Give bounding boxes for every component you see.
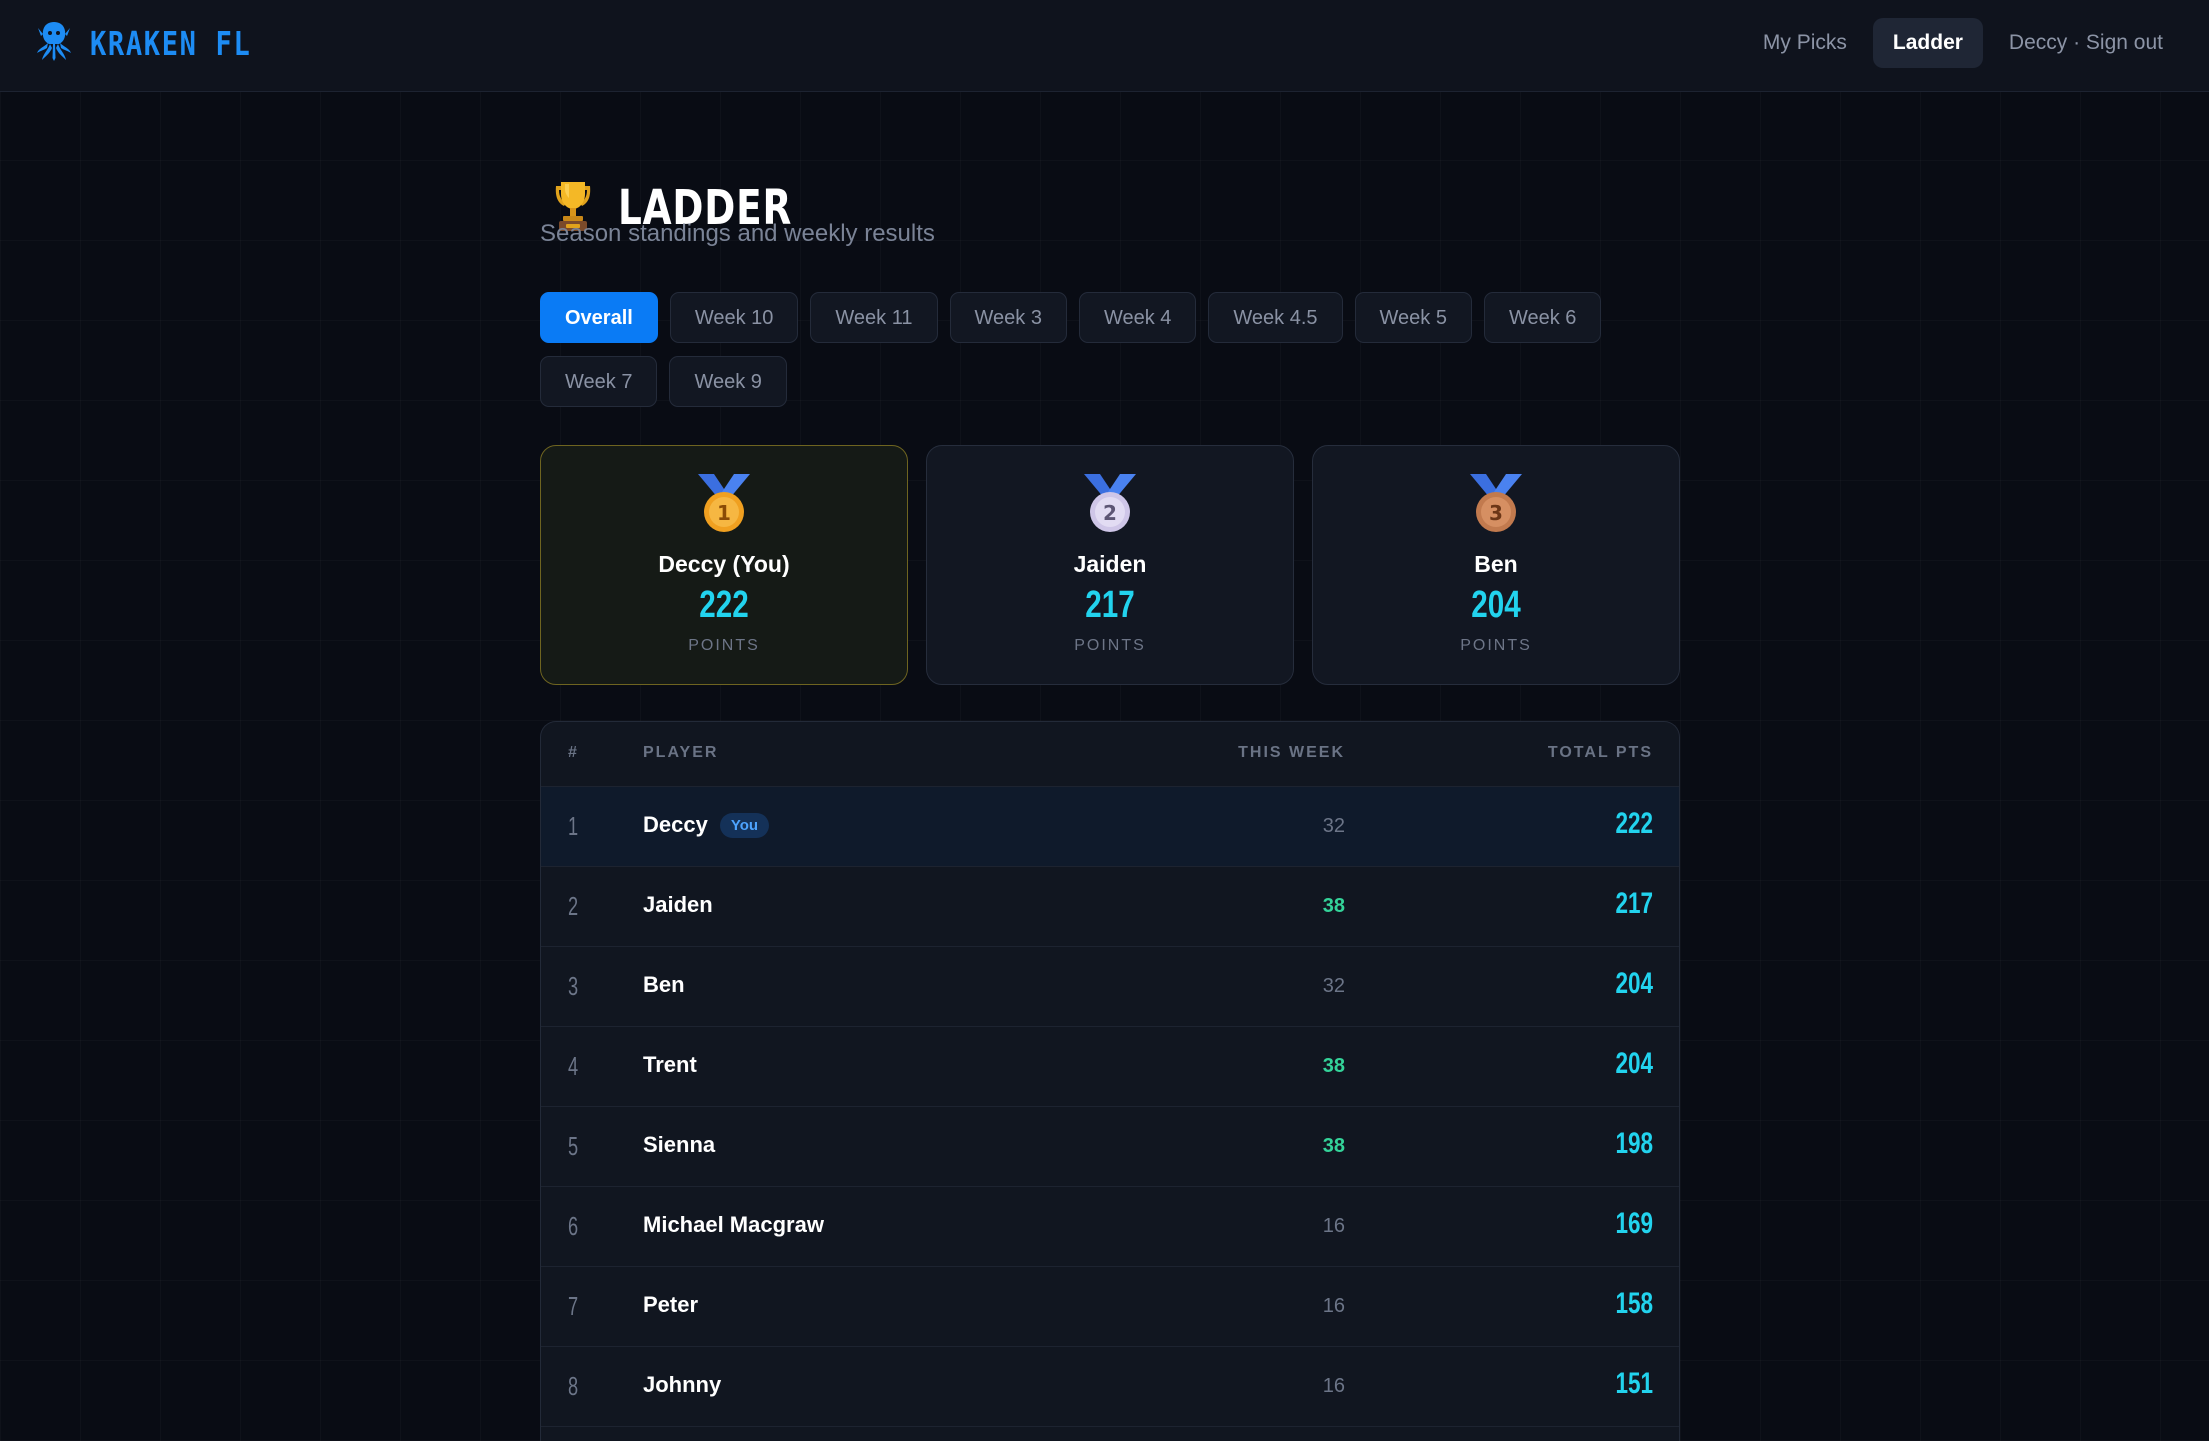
table-row[interactable]: 3 Ben 32 204 xyxy=(541,947,1679,1027)
podium-card-second: 2 Jaiden 217 POINTS xyxy=(926,445,1294,685)
table-row[interactable]: 4 Trent 38 204 xyxy=(541,1027,1679,1107)
tab-overall[interactable]: Overall xyxy=(540,292,658,343)
row-this-week: 32 xyxy=(1322,815,1345,837)
row-rank: 1 xyxy=(568,811,579,841)
row-player: Trent xyxy=(643,1052,697,1078)
podium-second-name: Jaiden xyxy=(1073,551,1147,577)
silver-medal-icon: 2 xyxy=(1082,472,1138,534)
podium-card-first: 1 Deccy (You) 222 POINTS xyxy=(540,445,908,685)
page-header: LADDER xyxy=(550,148,841,268)
tab-week-11[interactable]: Week 11 xyxy=(810,292,938,343)
page-subtitle: Season standings and weekly results xyxy=(540,220,935,247)
podium-second-points-label: POINTS xyxy=(1074,637,1146,654)
brand-name: KRAKEN FL xyxy=(90,23,252,63)
row-player: Michael Macgraw xyxy=(643,1212,824,1238)
row-total: 169 xyxy=(1615,1207,1653,1240)
top-bar: KRAKEN FL My Picks Ladder Deccy · Sign o… xyxy=(0,0,2209,92)
tab-week-3[interactable]: Week 3 xyxy=(949,292,1067,343)
row-rank: 3 xyxy=(568,971,579,1001)
row-this-week: 16 xyxy=(1322,1375,1345,1397)
row-player-name: Trent xyxy=(643,1052,697,1077)
brand-logo[interactable]: KRAKEN FL xyxy=(34,20,287,66)
you-badge: You xyxy=(719,812,770,838)
podium-first-points-label: POINTS xyxy=(688,637,760,654)
row-rank: 5 xyxy=(568,1131,579,1161)
podium-first-name: Deccy (You) xyxy=(658,551,790,577)
row-player: Peter xyxy=(643,1292,698,1318)
row-player-name: Johnny xyxy=(643,1372,722,1397)
table-row[interactable]: 7 Peter 16 158 xyxy=(541,1267,1679,1347)
silver-medal-number: 2 xyxy=(1103,501,1117,525)
row-this-week: 38 xyxy=(1322,1055,1345,1077)
row-player: Jaiden xyxy=(643,892,713,918)
header-total-pts: TOTAL PTS xyxy=(1547,744,1653,761)
header-this-week: THIS WEEK xyxy=(1238,744,1345,761)
week-tabs: Overall Week 10 Week 11 Week 3 Week 4 We… xyxy=(540,292,1680,407)
gold-medal-number: 1 xyxy=(717,501,731,525)
row-total: 198 xyxy=(1615,1127,1653,1160)
row-player-name: Michael Macgraw xyxy=(643,1212,824,1237)
row-total: 204 xyxy=(1615,967,1653,1000)
podium-second-points: 217 xyxy=(1085,584,1135,626)
bronze-medal-icon: 3 xyxy=(1468,472,1524,534)
header-rank: # xyxy=(568,744,579,761)
podium-third-points-label: POINTS xyxy=(1460,637,1532,654)
row-player: Ben xyxy=(643,972,685,998)
row-player-name: Ben xyxy=(643,972,685,997)
row-this-week: 38 xyxy=(1322,1135,1345,1157)
nav-ladder[interactable]: Ladder xyxy=(1872,18,1983,68)
row-rank: 6 xyxy=(568,1211,579,1241)
row-this-week: 16 xyxy=(1322,1295,1345,1317)
row-player-name: Sienna xyxy=(643,1132,716,1157)
podium-third-points: 204 xyxy=(1471,584,1521,626)
row-this-week: 38 xyxy=(1322,895,1345,917)
podium: 1 Deccy (You) 222 POINTS 2 Jaiden 217 PO… xyxy=(540,445,1680,685)
row-total: 158 xyxy=(1615,1287,1653,1320)
tab-week-7[interactable]: Week 7 xyxy=(540,356,658,407)
header-player: PLAYER xyxy=(643,744,719,761)
row-player-name: Jaiden xyxy=(643,892,713,917)
bronze-medal-number: 3 xyxy=(1489,501,1503,525)
row-total: 151 xyxy=(1615,1367,1653,1400)
table-row[interactable]: 5 Sienna 38 198 xyxy=(541,1107,1679,1187)
table-row[interactable]: 8 Johnny 16 151 xyxy=(541,1347,1679,1427)
row-player: Sienna xyxy=(643,1132,715,1158)
row-player-name: Deccy xyxy=(643,812,708,837)
tab-week-4-5[interactable]: Week 4.5 xyxy=(1208,292,1343,343)
row-total: 217 xyxy=(1615,887,1653,920)
tab-week-5[interactable]: Week 5 xyxy=(1354,292,1472,343)
gold-medal-icon: 1 xyxy=(696,472,752,534)
tab-week-10[interactable]: Week 10 xyxy=(669,292,799,343)
nav-user-sign-out[interactable]: Deccy · Sign out xyxy=(1989,18,2183,68)
podium-first-points: 222 xyxy=(699,584,749,626)
row-this-week: 32 xyxy=(1322,975,1345,997)
row-this-week: 16 xyxy=(1322,1215,1345,1237)
top-nav: My Picks Ladder Deccy · Sign out xyxy=(1743,18,2183,68)
row-player: Johnny xyxy=(643,1372,721,1398)
podium-card-third: 3 Ben 204 POINTS xyxy=(1312,445,1680,685)
table-row[interactable]: 2 Jaiden 38 217 xyxy=(541,867,1679,947)
tab-week-4[interactable]: Week 4 xyxy=(1078,292,1197,343)
tab-week-6[interactable]: Week 6 xyxy=(1483,292,1602,343)
kraken-icon xyxy=(34,20,74,67)
row-total: 222 xyxy=(1615,807,1653,840)
standings-table: # PLAYER THIS WEEK TOTAL PTS 1 Deccy You… xyxy=(540,721,1680,1441)
table-row[interactable]: 1 Deccy You 32 222 xyxy=(541,787,1679,867)
row-rank: 8 xyxy=(568,1371,579,1401)
table-header: # PLAYER THIS WEEK TOTAL PTS xyxy=(541,722,1679,787)
podium-third-name: Ben xyxy=(1474,551,1518,577)
row-player: Deccy You xyxy=(643,812,770,838)
table-row[interactable]: 6 Michael Macgraw 16 169 xyxy=(541,1187,1679,1267)
row-rank: 7 xyxy=(568,1291,579,1321)
row-rank: 4 xyxy=(568,1051,579,1081)
nav-my-picks[interactable]: My Picks xyxy=(1743,18,1867,68)
tab-week-9[interactable]: Week 9 xyxy=(669,356,787,407)
row-rank: 2 xyxy=(568,891,579,921)
row-player-name: Peter xyxy=(643,1292,699,1317)
row-total: 204 xyxy=(1615,1047,1653,1080)
